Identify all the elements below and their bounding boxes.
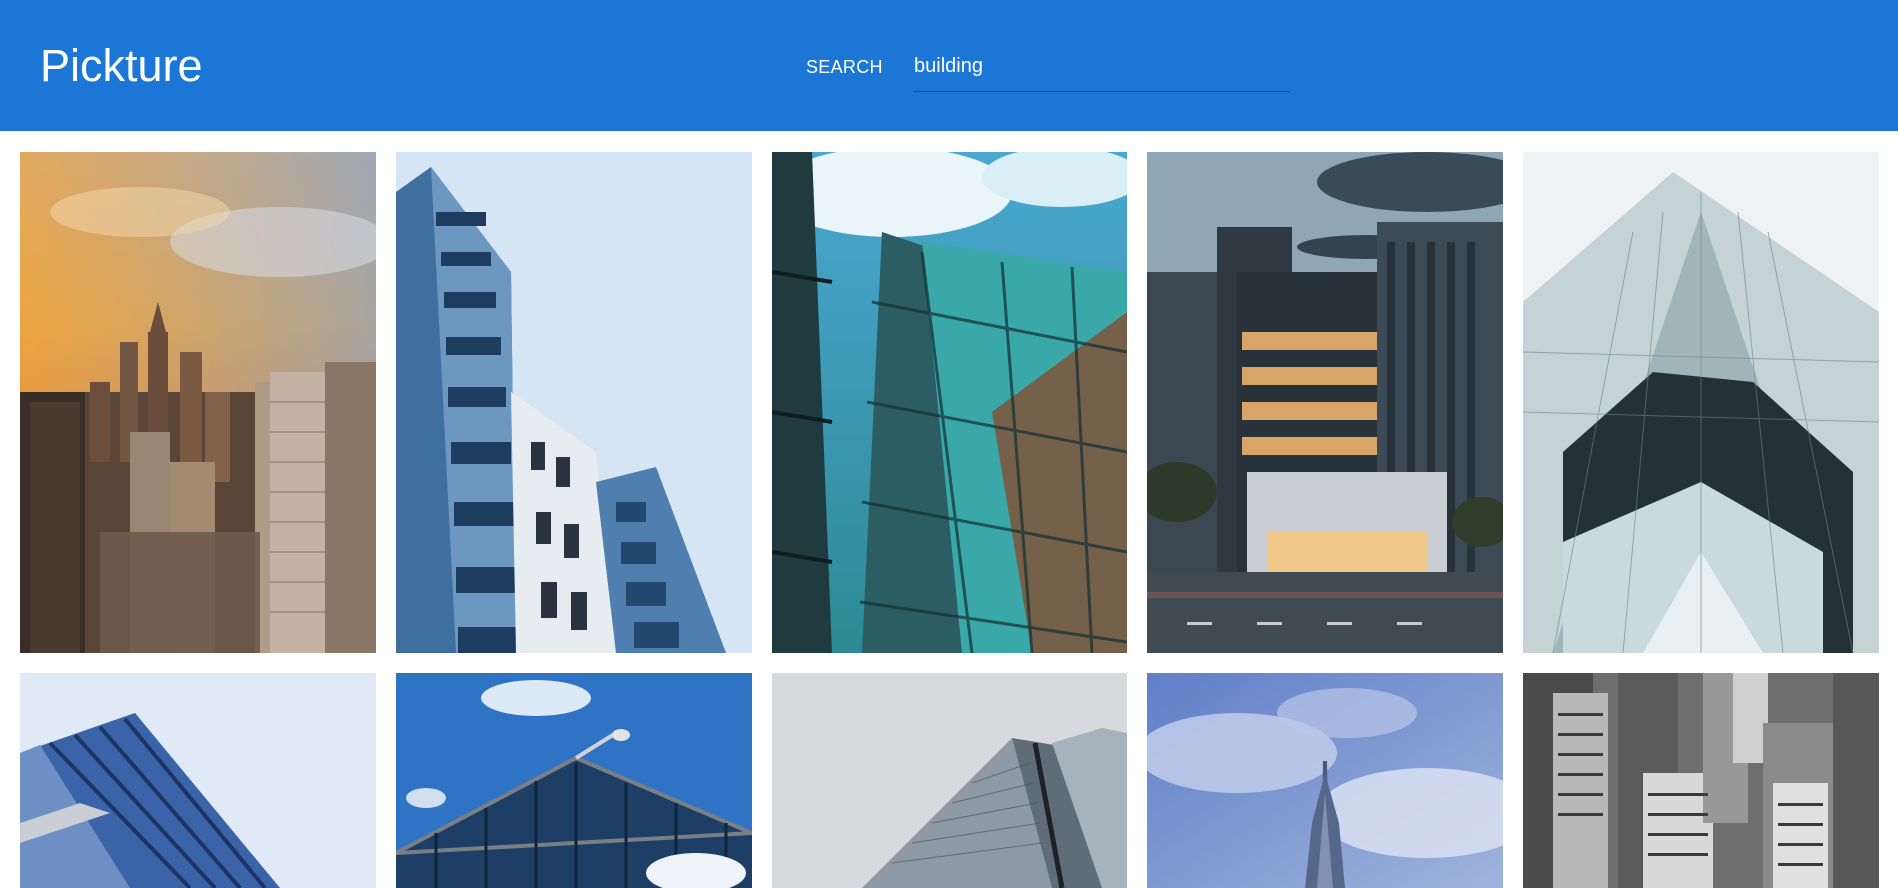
image-tile-tall-spire[interactable] (1147, 673, 1503, 888)
blue-office-block-image (20, 673, 376, 888)
image-tile-glass-roof[interactable] (396, 673, 752, 888)
image-tile-blue-office-block[interactable] (20, 673, 376, 888)
blue-facade-image (396, 152, 752, 653)
image-tile-monochrome-city[interactable] (1523, 673, 1879, 888)
image-tile-blue-facade[interactable] (396, 152, 752, 653)
grey-towers-image (772, 673, 1127, 888)
image-grid (0, 0, 1898, 888)
image-tile-city-skyline[interactable] (20, 152, 376, 653)
city-skyline-image (20, 152, 376, 653)
image-tile-glass-tower[interactable] (772, 152, 1127, 653)
glass-roof-image (396, 673, 752, 888)
tall-spire-image (1147, 673, 1503, 888)
office-street-image (1147, 152, 1503, 653)
monochrome-city-image (1523, 673, 1879, 888)
glass-tower-image (772, 152, 1127, 653)
image-tile-glass-skyscraper[interactable] (1523, 152, 1879, 653)
image-tile-office-street[interactable] (1147, 152, 1503, 653)
glass-skyscraper-image (1523, 152, 1879, 653)
image-tile-grey-towers[interactable] (772, 673, 1127, 888)
